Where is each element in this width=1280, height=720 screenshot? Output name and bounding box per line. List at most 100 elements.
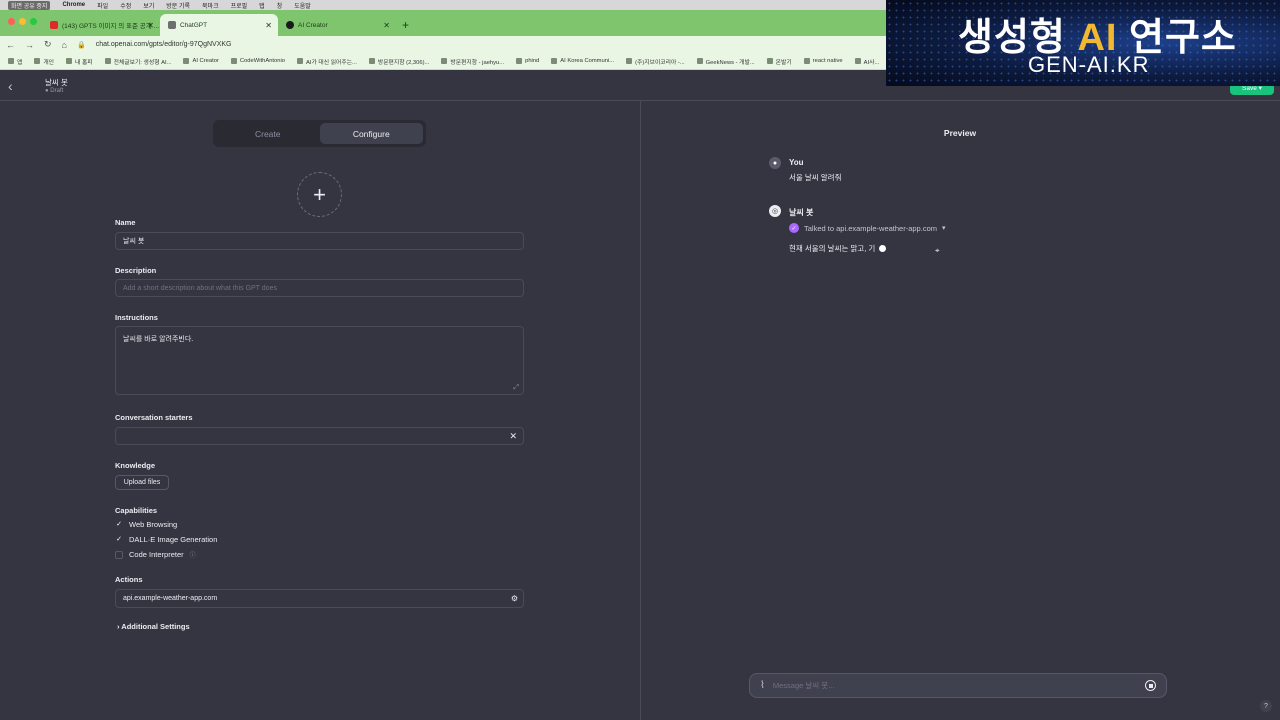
close-tab-icon[interactable]: ✕ — [265, 21, 272, 30]
menu-item-file[interactable]: 파일 — [97, 1, 108, 10]
draft-status: ● Draft — [45, 88, 64, 94]
bookmark-item[interactable]: 전체글보기: 생성형 AI... — [104, 57, 171, 66]
capability-dalle[interactable]: ✓ DALL·E Image Generation — [115, 535, 217, 544]
description-placeholder: Add a short description about what this … — [123, 284, 277, 292]
conversation-starter-input[interactable]: ✕ — [115, 427, 524, 445]
preview-title: Preview — [943, 128, 977, 138]
site-icon — [297, 58, 303, 64]
site-icon — [551, 58, 558, 64]
tab-label: AI Creator — [298, 21, 328, 29]
message-input[interactable]: ⌇ Message 날씨 봇... — [749, 673, 1167, 698]
plus-icon: + — [313, 181, 326, 207]
site-icon — [696, 58, 703, 64]
apps-icon — [8, 58, 14, 64]
forward-icon[interactable]: → — [25, 40, 34, 50]
capability-web-browsing[interactable]: ✓ Web Browsing — [115, 520, 177, 529]
gpt-name-title: 날씨 봇 — [45, 78, 68, 87]
remove-starter-icon[interactable]: ✕ — [509, 431, 517, 442]
url-input[interactable]: chat.openai.com/gpts/editor/g-97QgNVXKG — [96, 41, 232, 48]
bookmark-item[interactable]: (주)지브이코리아 -... — [626, 57, 685, 66]
user-avatar-icon: ● — [769, 157, 781, 169]
instructions-textarea[interactable]: 날씨를 바로 알려주빈다. ⤢ — [115, 326, 524, 395]
additional-settings-toggle[interactable]: › Additional Settings — [117, 622, 190, 631]
lock-icon[interactable]: 🔒 — [77, 41, 86, 49]
menu-item-view[interactable]: 보기 — [143, 1, 154, 10]
action-call-status[interactable]: ✓ Talked to api.example-weather-app.com … — [789, 223, 946, 233]
checkbox-checked-icon[interactable]: ✓ — [115, 536, 123, 544]
capability-code-interpreter[interactable]: Code Interpreter ⓘ — [115, 550, 196, 559]
tab-create[interactable]: Create — [216, 123, 320, 144]
description-label: Description — [115, 266, 157, 275]
gpt-avatar-upload[interactable]: + — [297, 172, 342, 217]
description-field[interactable]: Add a short description about what this … — [115, 279, 524, 297]
reload-icon[interactable]: ↻ — [44, 39, 52, 50]
tab-configure[interactable]: Configure — [319, 123, 423, 144]
bookmark-item[interactable]: AI사... — [854, 57, 879, 66]
new-tab-icon[interactable]: + — [402, 18, 409, 32]
minimize-window-icon[interactable] — [19, 18, 26, 25]
info-icon[interactable]: ⓘ — [190, 550, 196, 559]
chevron-down-icon[interactable]: ▾ — [942, 224, 946, 232]
window-controls[interactable] — [8, 18, 37, 25]
action-item[interactable]: api.example-weather-app.com ⚙ — [115, 589, 524, 608]
gmail-icon — [441, 58, 448, 64]
bookmark-item[interactable]: phind — [516, 58, 539, 64]
channel-logo-overlay: 생성형 AI 연구소 GEN-AI.KR — [886, 0, 1280, 86]
browser-tab-youtube[interactable]: (143) GPTS 이미지 의 표준 공개 ... ✕ — [42, 14, 160, 36]
folder-icon — [66, 58, 73, 64]
bookmark-item[interactable]: 온발기 — [766, 57, 792, 66]
menu-item-tab[interactable]: 탭 — [259, 1, 265, 10]
browser-tab-chatgpt[interactable]: ChatGPT ✕ — [160, 14, 278, 36]
user-name: You — [789, 158, 804, 167]
bookmark-item[interactable]: 방문편지함 - jaehyu... — [441, 57, 504, 66]
bookmark-item[interactable]: AI Korea Communi... — [551, 58, 614, 64]
bookmark-item[interactable]: AI가 대신 읽어주는... — [297, 57, 357, 66]
upload-files-button[interactable]: Upload files — [115, 475, 169, 490]
bookmark-item[interactable]: 앱 — [8, 57, 22, 66]
gmail-icon — [368, 58, 375, 64]
bookmark-item[interactable]: react native — [803, 58, 843, 64]
maximize-window-icon[interactable] — [30, 18, 37, 25]
gpt-reply: 현재 서울의 날씨는 맑고, 기 — [789, 243, 887, 254]
youtube-icon — [50, 21, 58, 29]
close-tab-icon[interactable]: ✕ — [383, 21, 390, 30]
back-chevron-icon[interactable]: ‹ — [8, 78, 13, 94]
bookmark-item[interactable]: 내 홈피 — [66, 57, 93, 66]
attach-paperclip-icon[interactable]: ⌇ — [760, 680, 765, 691]
menu-item-bookmarks[interactable]: 북마크 — [202, 1, 219, 10]
menu-item-help[interactable]: 도움말 — [294, 1, 311, 10]
checkbox-unchecked-icon[interactable] — [115, 550, 123, 559]
bookmark-item[interactable]: GeekNews - 개발... — [696, 57, 755, 66]
instructions-label: Instructions — [115, 313, 158, 322]
menu-item-window[interactable]: 창 — [277, 1, 283, 10]
actions-label: Actions — [115, 575, 143, 584]
gear-icon[interactable]: ⚙ — [511, 594, 518, 603]
bookmark-item[interactable]: AI Creator — [183, 58, 219, 64]
close-tab-icon[interactable]: ✕ — [147, 21, 154, 30]
bookmark-item[interactable]: CodeWithAntonio — [230, 58, 285, 64]
back-icon[interactable]: ← — [6, 40, 15, 50]
bookmark-item[interactable]: 방문편지함 (2,306)... — [368, 57, 429, 66]
menu-item-edit[interactable]: 수정 — [120, 1, 131, 10]
name-field[interactable]: 날씨 봇 — [115, 232, 524, 250]
menu-item-profile[interactable]: 프로필 — [231, 1, 248, 10]
screen-share-indicator[interactable]: 화면 공유 중지 — [8, 0, 51, 10]
conversation-starters-label: Conversation starters — [115, 413, 193, 422]
app-name[interactable]: Chrome — [62, 2, 85, 8]
message-placeholder: Message 날씨 봇... — [772, 681, 835, 690]
stop-generating-icon[interactable] — [1145, 680, 1156, 691]
checkbox-checked-icon[interactable]: ✓ — [115, 521, 123, 529]
knowledge-label: Knowledge — [115, 461, 156, 470]
home-icon[interactable]: ⌂ — [62, 40, 67, 50]
site-icon — [183, 58, 190, 64]
site-icon — [626, 58, 633, 64]
menu-item-history[interactable]: 방문 기록 — [166, 1, 190, 10]
bookmark-item[interactable]: 개인 — [34, 57, 54, 66]
instructions-value: 날씨를 바로 알려주빈다. — [123, 336, 194, 343]
help-icon[interactable]: ? — [1260, 700, 1272, 712]
ai-creator-icon — [286, 21, 294, 29]
close-window-icon[interactable] — [8, 18, 15, 25]
browser-tab-ai-creator[interactable]: AI Creator ✕ — [278, 14, 396, 36]
folder-icon — [766, 58, 773, 64]
resize-handle-icon[interactable]: ⤢ — [513, 384, 519, 392]
